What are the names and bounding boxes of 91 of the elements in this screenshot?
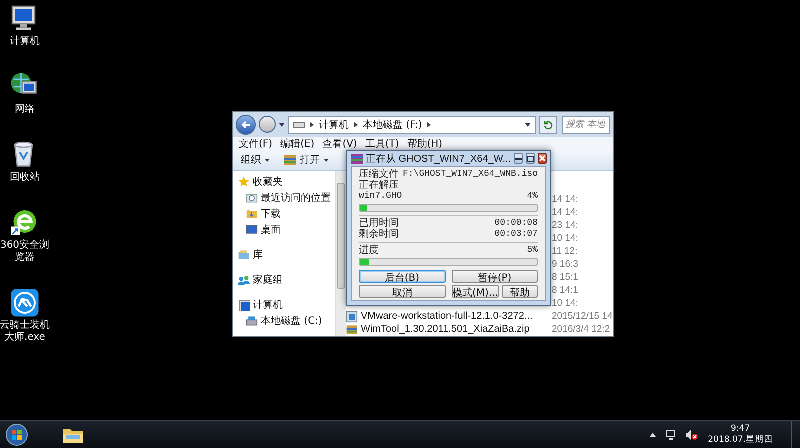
dialog-title: 正在从 GHOST_WIN7_X64_W... (366, 152, 512, 166)
icon-label: 云骑士装机大师.exe (0, 320, 50, 344)
status-text: 正在解压 (359, 180, 399, 191)
current-file: win7.GHO (359, 191, 402, 202)
time-value: 00:00:08 (494, 218, 538, 229)
nav-item[interactable]: 收藏夹 (238, 175, 335, 188)
time-value: 00:03:07 (494, 229, 538, 240)
library-icon (238, 248, 250, 260)
time-label: 剩余时间 (359, 229, 399, 240)
scroll-thumb[interactable] (337, 183, 345, 289)
dialog-button[interactable]: 后台(B) (359, 270, 446, 283)
volume-icon[interactable] (686, 430, 698, 440)
minimize-button[interactable] (514, 153, 524, 164)
chevron-icon (427, 122, 432, 128)
icon-label: 计算机 (10, 36, 40, 48)
back-arrow-icon (241, 120, 251, 130)
breadcrumb[interactable]: 计算机 (319, 118, 349, 132)
maximize-button[interactable] (526, 153, 536, 164)
file-date: 2015/12/15 14 (552, 311, 613, 322)
file-date: 11 12: (552, 246, 578, 257)
file-date: 8 15:1 (552, 272, 578, 283)
chevron-icon (354, 122, 358, 128)
file-date: 14 14: (552, 207, 578, 218)
dialog-button[interactable]: 暂停(P) (452, 270, 538, 283)
nav-item[interactable]: 本地磁盘 (C:) (246, 314, 335, 327)
icon-label: 网络 (15, 104, 35, 116)
percent-text: 5% (527, 245, 538, 256)
caret-icon (324, 158, 329, 162)
monitor-icon (246, 224, 258, 236)
file-date: 10 14: (552, 233, 578, 244)
dialog-button[interactable]: 取消 (359, 285, 446, 298)
file-date: 10 14: (552, 298, 578, 309)
archive-icon (351, 152, 363, 164)
forward-button[interactable] (259, 116, 276, 133)
hard-drive-icon (246, 314, 258, 326)
menu-item[interactable]: 帮助(H) (407, 136, 443, 150)
maximize-icon (527, 156, 534, 162)
star-icon (238, 176, 250, 188)
menu-item[interactable]: 文件(F) (239, 136, 273, 150)
refresh-icon (543, 120, 553, 130)
archive-path: F:\GHOST_WIN7_X64_WNB.iso (403, 169, 538, 180)
percent-text: 4% (527, 191, 538, 202)
time-label: 已用时间 (359, 218, 399, 229)
refresh-button[interactable] (539, 116, 557, 134)
file-date: 2016/3/4 12:2 (552, 324, 610, 335)
file-name[interactable]: VMware-workstation-full-12.1.0-3272... (361, 311, 533, 322)
nav-item[interactable]: 最近访问的位置 (246, 191, 335, 204)
nav-item[interactable]: 计算机 (238, 298, 335, 311)
file-date: 23 14: (552, 220, 578, 231)
file-date: 8 14:1 (552, 285, 578, 296)
scrollbar[interactable] (335, 171, 346, 336)
toolbar-button[interactable]: 组织 (241, 153, 270, 167)
nav-item[interactable]: 家庭组 (238, 273, 335, 286)
breadcrumb[interactable]: 本地磁盘 (F:) (363, 118, 422, 132)
tray-arrow-icon[interactable] (650, 432, 656, 436)
people-icon (238, 274, 250, 286)
menu-item[interactable]: 编辑(E) (280, 136, 315, 150)
file-date: 14 14: (552, 194, 578, 205)
caret-icon (265, 158, 270, 162)
address-bar[interactable]: 计算机 本地磁盘 (F:) (288, 116, 536, 134)
close-icon (539, 155, 546, 162)
nav-item[interactable]: 下载 (246, 207, 335, 220)
app-window-icon (346, 310, 358, 322)
search-field[interactable]: 搜索 本地 (562, 116, 610, 134)
dropdown-caret-icon[interactable] (279, 122, 285, 126)
dialog-button[interactable]: 帮助 (502, 285, 538, 298)
minimize-icon (515, 158, 522, 160)
close-button[interactable] (538, 153, 548, 164)
archive-icon (284, 155, 296, 165)
archive-label: 压缩文件 (359, 169, 399, 180)
back-button[interactable] (236, 114, 256, 134)
progress-label: 进度 (359, 245, 379, 256)
menu-item[interactable]: 查看(V) (322, 136, 358, 150)
nav-item[interactable]: 库 (238, 248, 335, 261)
archive-icon (346, 324, 358, 336)
dropdown-caret-icon[interactable] (525, 122, 531, 126)
clock[interactable]: 9:47 2018.07.星期四 (708, 424, 773, 446)
toolbar-button[interactable]: 打开 (284, 153, 329, 167)
menu-item[interactable]: 工具(T) (365, 136, 400, 150)
dialog-button[interactable]: 模式(M)... (452, 285, 500, 298)
folder-icon (246, 208, 258, 220)
network-tray-icon[interactable] (666, 430, 676, 440)
windows-logo-icon (6, 424, 28, 446)
computer-icon (238, 298, 250, 310)
chevron-icon (310, 122, 314, 128)
file-name[interactable]: WimTool_1.30.2011.501_XiaZaiBa.zip (361, 324, 530, 335)
start-button[interactable] (6, 424, 28, 446)
icon-label: 360安全浏览器 (0, 240, 50, 264)
icon-label: 回收站 (10, 172, 40, 184)
file-date: 9 16:3 (552, 259, 578, 270)
nav-item[interactable]: 桌面 (246, 223, 335, 236)
